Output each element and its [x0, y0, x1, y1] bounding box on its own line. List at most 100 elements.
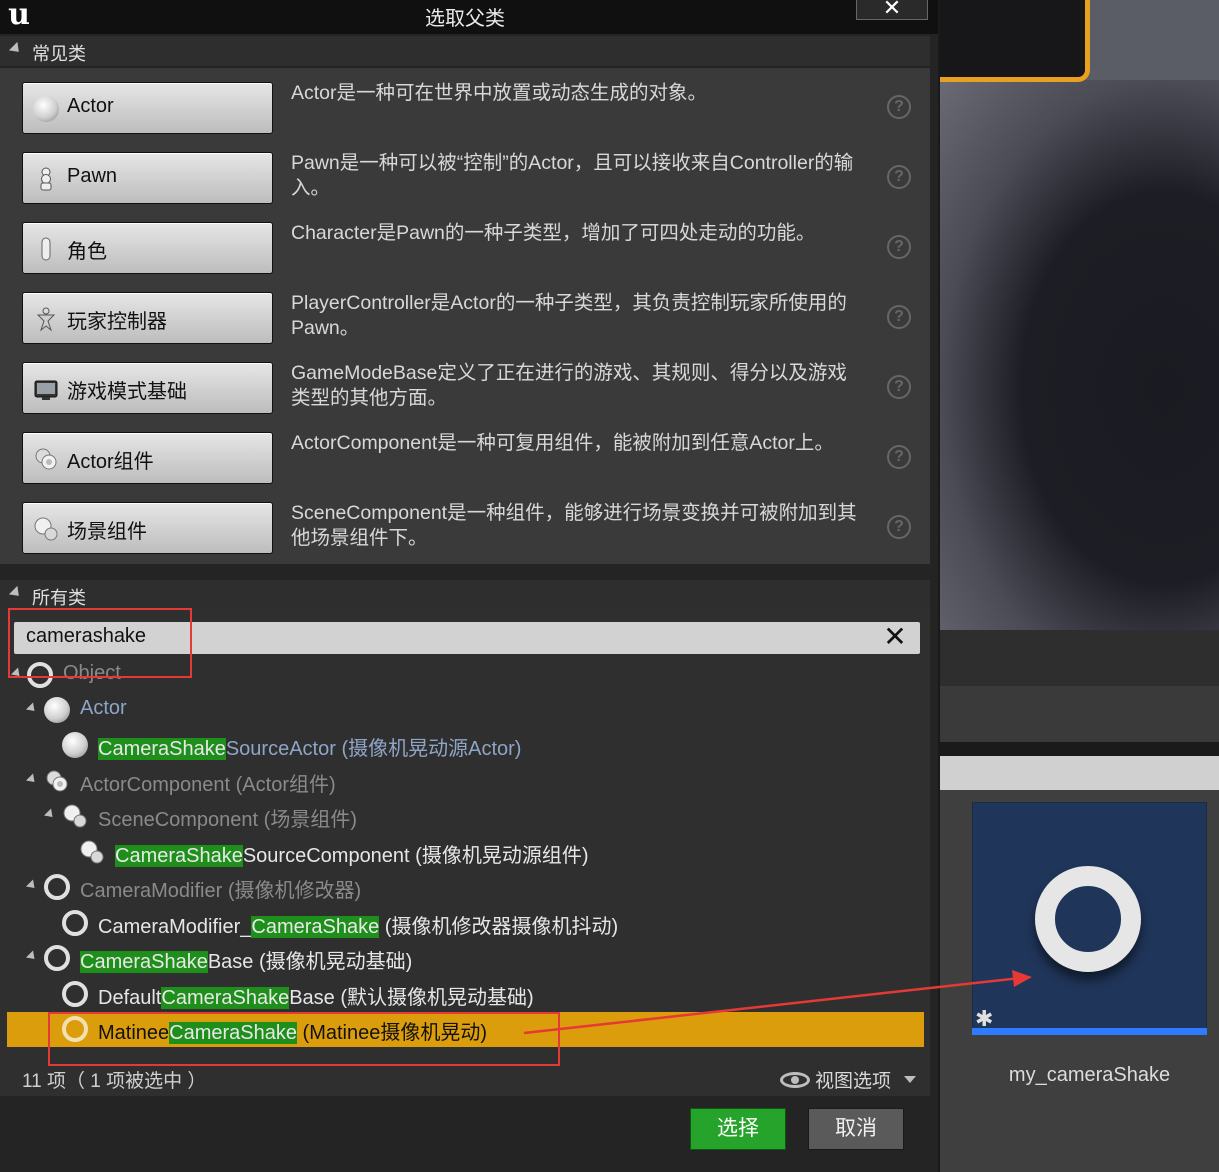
expand-arrow-icon[interactable] — [43, 808, 57, 821]
class-button-label: Actor组件 — [67, 451, 154, 473]
tree-item-camerashake-base[interactable]: CameraShakeBase (摄像机晃动基础) — [0, 941, 930, 976]
player-controller-icon — [36, 307, 56, 332]
dialog-title: 选取父类 — [425, 8, 505, 30]
class-button-label: 玩家控制器 — [67, 311, 167, 333]
search-match-highlight: CameraShake — [98, 738, 226, 760]
tree-item-label: CameraModifier_CameraShake (摄像机修改器摄像机抖动) — [98, 916, 619, 938]
select-button[interactable]: 选择 — [690, 1108, 786, 1150]
tree-item-label: CameraModifier (摄像机修改器) — [80, 880, 362, 902]
camera-shake-ring-icon — [1035, 866, 1141, 972]
common-classes-header[interactable]: 常见类 — [0, 36, 930, 66]
eye-icon[interactable] — [780, 1072, 810, 1088]
title-bar: u 选取父类 ✕ — [0, 0, 938, 34]
cancel-button[interactable]: 取消 — [808, 1108, 904, 1150]
clear-search-icon[interactable]: ✕ — [880, 622, 910, 654]
view-options-button[interactable]: 视图选项 — [815, 1066, 891, 1093]
pick-parent-class-dialog: u 选取父类 ✕ 常见类 Actor Actor是一种可在世界中放置或动态生成的… — [0, 0, 938, 1172]
class-button-label: 角色 — [67, 241, 107, 263]
actor-sphere-icon — [33, 96, 59, 122]
scene-component-icon — [80, 840, 104, 864]
search-match-highlight: CameraShake — [80, 951, 208, 973]
object-ring-icon — [44, 874, 70, 900]
actor-sphere-icon — [62, 732, 88, 758]
chevron-down-icon[interactable] — [904, 1076, 916, 1083]
help-icon[interactable]: ? — [887, 305, 911, 329]
help-icon[interactable]: ? — [887, 515, 911, 539]
annotation-box-selected — [48, 1012, 560, 1066]
search-match-highlight: CameraShake — [251, 916, 380, 938]
common-class-row: Pawn Pawn是一种可以被“控制”的Actor，且可以接收来自Control… — [0, 138, 930, 208]
expand-arrow-icon[interactable] — [25, 773, 39, 786]
asset-type-underline — [972, 1028, 1207, 1035]
class-button-label: Pawn — [67, 165, 118, 187]
tree-item-label: DefaultCameraShakeBase (默认摄像机晃动基础) — [98, 987, 534, 1009]
search-match-highlight: CameraShake — [161, 987, 290, 1009]
help-icon[interactable]: ? — [887, 165, 911, 189]
common-classes-list: Actor Actor是一种可在世界中放置或动态生成的对象。 ? Pawn Pa… — [0, 68, 930, 564]
help-icon[interactable]: ? — [887, 95, 911, 119]
expand-arrow-icon[interactable] — [25, 879, 39, 892]
content-browser-path-bar — [940, 756, 1219, 790]
tree-item-camera-modifier[interactable]: CameraModifier (摄像机修改器) — [0, 870, 930, 905]
class-description: Actor是一种可在世界中放置或动态生成的对象。 — [291, 82, 708, 104]
class-description: Pawn是一种可以被“控制”的Actor，且可以接收来自Controller的输… — [291, 152, 854, 199]
asset-name-label[interactable]: my_cameraShake — [972, 1064, 1207, 1087]
tree-item-label: Actor — [80, 697, 127, 719]
content-browser-toolbar — [940, 630, 1219, 686]
tree-item-camerashake-source-actor[interactable]: CameraShakeSourceActor (摄像机晃动源Actor) — [0, 728, 930, 763]
level-viewport[interactable] — [940, 0, 1219, 630]
player-controller-class-button[interactable]: 玩家控制器 — [22, 292, 273, 344]
class-description: SceneComponent是一种组件，能够进行场景变换并可被附加到其他场景组件… — [291, 502, 857, 549]
collapse-triangle-icon[interactable] — [8, 41, 24, 57]
common-class-row: Actor组件 ActorComponent是一种可复用组件，能被附加到任意Ac… — [0, 418, 930, 488]
object-ring-icon — [62, 981, 88, 1007]
collapse-triangle-icon[interactable] — [8, 585, 24, 601]
search-match-highlight: CameraShake — [115, 845, 243, 867]
asset-modified-star-icon: ✱ — [975, 1006, 994, 1031]
tree-item-cameramodifier-camerashake[interactable]: CameraModifier_CameraShake (摄像机修改器摄像机抖动) — [0, 906, 930, 941]
game-mode-icon — [34, 380, 58, 400]
common-classes-title: 常见类 — [32, 44, 86, 64]
actor-component-class-button[interactable]: Actor组件 — [22, 432, 273, 484]
all-classes-header[interactable]: 所有类 — [0, 580, 930, 610]
pawn-class-button[interactable]: Pawn — [22, 152, 273, 204]
object-ring-icon — [44, 945, 70, 971]
close-button[interactable]: ✕ — [856, 0, 928, 20]
class-description: PlayerController是Actor的一种子类型，其负责控制玩家所使用的… — [291, 292, 847, 339]
tree-item-camerashake-source-component[interactable]: CameraShakeSourceComponent (摄像机晃动源组件) — [0, 835, 930, 870]
tree-item-actor-component[interactable]: ActorComponent (Actor组件) — [0, 764, 930, 799]
help-icon[interactable]: ? — [887, 235, 911, 259]
expand-arrow-icon[interactable] — [25, 950, 39, 963]
common-class-row: 玩家控制器 PlayerController是Actor的一种子类型，其负责控制… — [0, 278, 930, 348]
character-capsule-icon — [41, 237, 51, 261]
class-description: Character是Pawn的一种子类型，增加了可四处走动的功能。 — [291, 222, 816, 244]
viewport-scene — [940, 80, 1219, 630]
tree-item-label: ActorComponent (Actor组件) — [80, 774, 336, 796]
tree-item-label: SceneComponent (场景组件) — [98, 809, 357, 831]
common-class-row: 场景组件 SceneComponent是一种组件，能够进行场景变换并可被附加到其… — [0, 488, 930, 558]
common-class-row: 游戏模式基础 GameModeBase定义了正在进行的游戏、其规则、得分以及游戏… — [0, 348, 930, 418]
tree-item-actor[interactable]: Actor — [0, 693, 930, 728]
tree-item-default-camerashake-base[interactable]: DefaultCameraShakeBase (默认摄像机晃动基础) — [0, 977, 930, 1012]
help-icon[interactable]: ? — [887, 375, 911, 399]
common-class-row: 角色 Character是Pawn的一种子类型，增加了可四处走动的功能。 ? — [0, 208, 930, 278]
all-classes-title: 所有类 — [32, 588, 86, 608]
actor-class-button[interactable]: Actor — [22, 82, 273, 134]
scene-component-icon — [63, 804, 87, 828]
class-button-label: 场景组件 — [67, 521, 147, 543]
viewport-selection-frame — [940, 0, 1090, 82]
class-button-label: Actor — [67, 95, 114, 117]
tree-item-scene-component[interactable]: SceneComponent (场景组件) — [0, 799, 930, 834]
tree-item-label: CameraShakeBase (摄像机晃动基础) — [80, 951, 413, 973]
expand-arrow-icon[interactable] — [25, 702, 39, 715]
tree-item-label: CameraShakeSourceActor (摄像机晃动源Actor) — [98, 738, 522, 760]
annotation-box-search — [8, 608, 192, 678]
game-mode-class-button[interactable]: 游戏模式基础 — [22, 362, 273, 414]
content-browser-toolbar-secondary — [940, 686, 1219, 742]
scene-component-class-button[interactable]: 场景组件 — [22, 502, 273, 554]
actor-component-icon — [46, 770, 68, 792]
help-icon[interactable]: ? — [887, 445, 911, 469]
object-ring-icon — [62, 910, 88, 936]
class-description: GameModeBase定义了正在进行的游戏、其规则、得分以及游戏类型的其他方面… — [291, 362, 847, 409]
character-class-button[interactable]: 角色 — [22, 222, 273, 274]
